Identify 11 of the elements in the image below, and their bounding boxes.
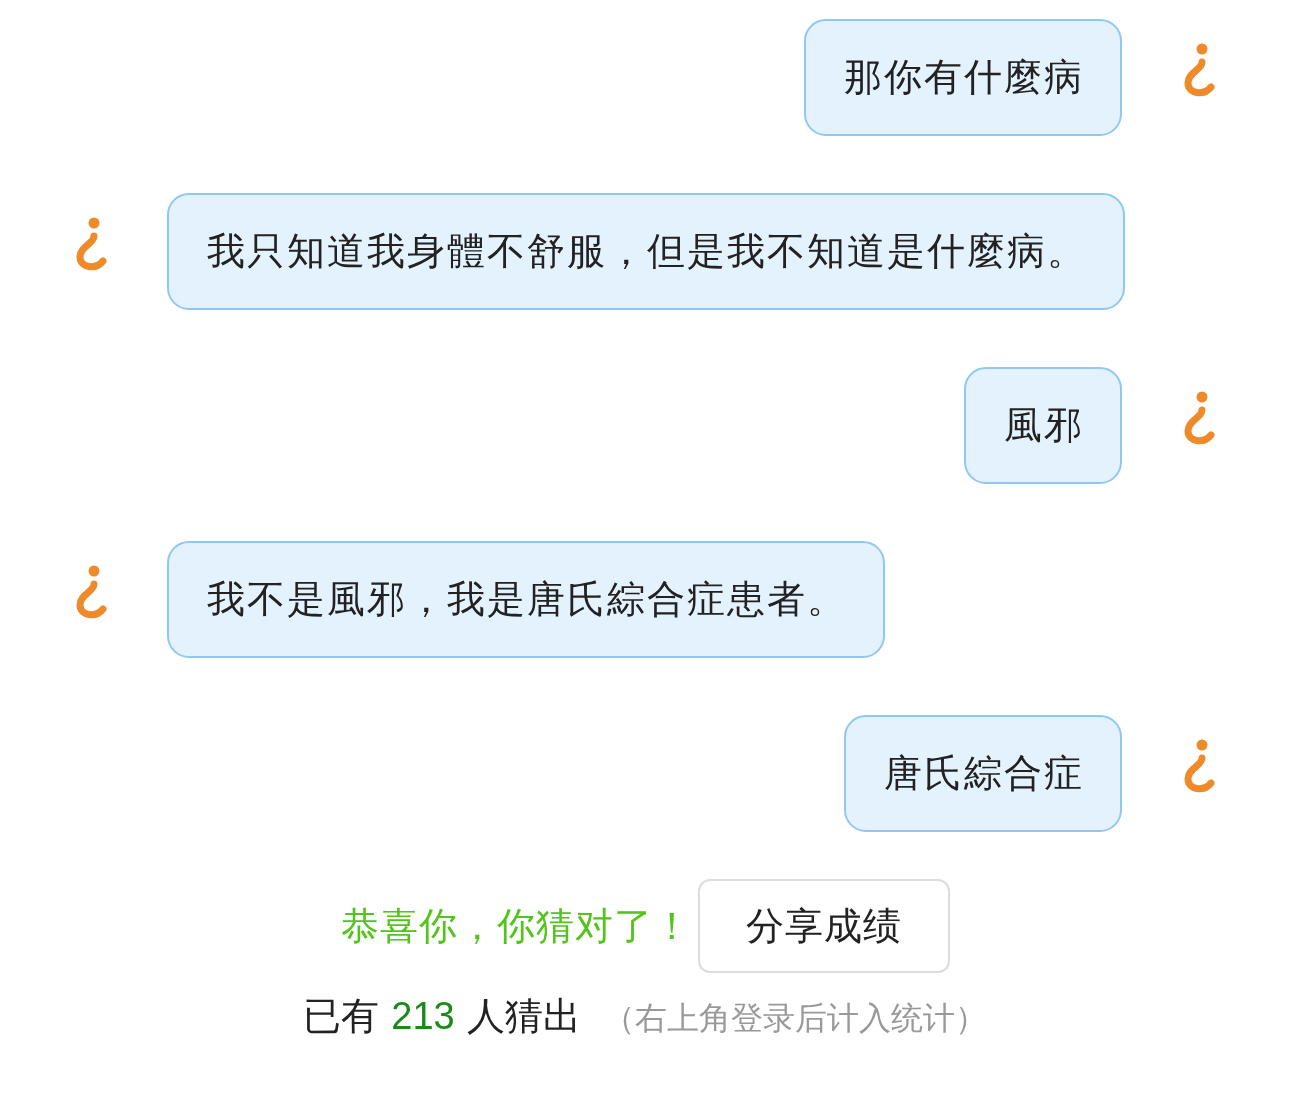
share-button[interactable]: 分享成绩 — [697, 879, 950, 973]
success-message: 恭喜你，你猜对了！ — [340, 903, 692, 949]
message-bubble: 我只知道我身體不舒服，但是我不知道是什麼病。 — [167, 193, 1125, 310]
solver-count: 213 — [391, 995, 455, 1038]
message-bubble: 唐氏綜合症 — [844, 715, 1122, 832]
message-bubble: 那你有什麼病 — [804, 19, 1122, 136]
stats-prefix-text: 已有 — [303, 994, 380, 1039]
login-hint-text: （右上角登录后计入统计） — [602, 999, 987, 1038]
stats-suffix-text: 人猜出 — [466, 994, 581, 1039]
message-bubble: 我不是風邪，我是唐氏綜合症患者。 — [167, 541, 885, 658]
message-bubble: 風邪 — [964, 367, 1122, 484]
